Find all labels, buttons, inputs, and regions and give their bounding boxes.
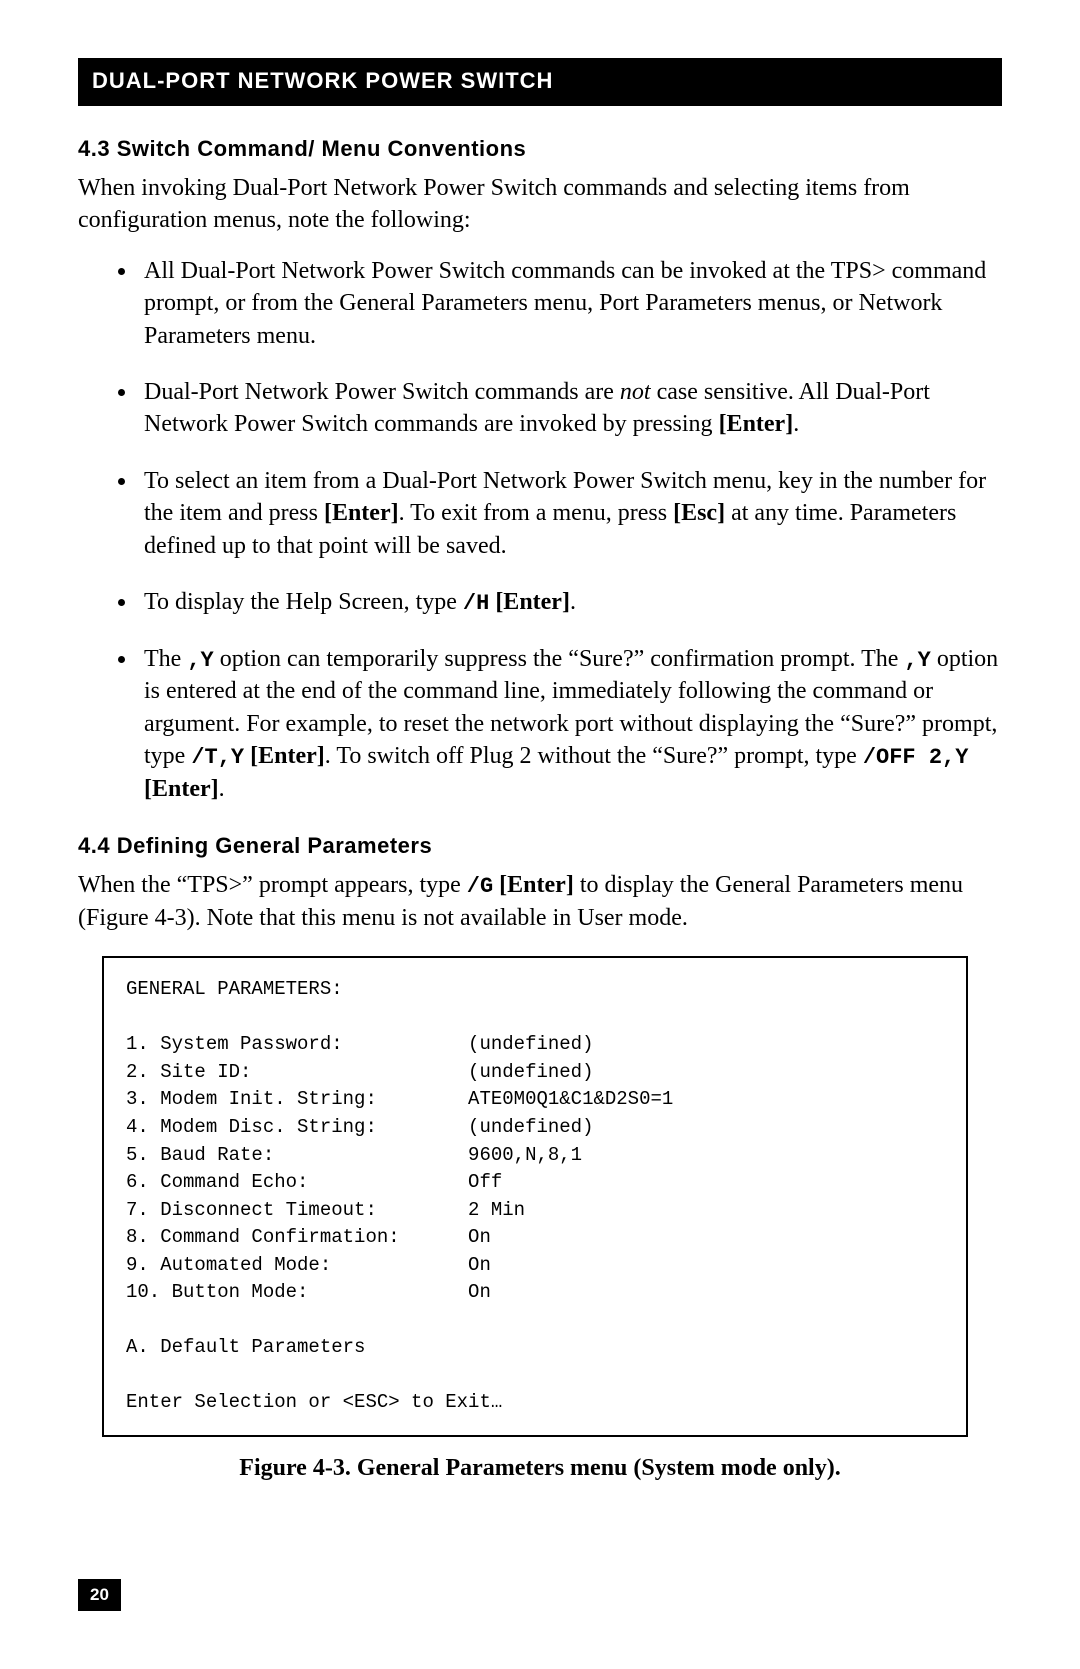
- page: DUAL-PORT NETWORK POWER SWITCH 4.3 Switc…: [0, 0, 1080, 1669]
- bullet-3-esc: [Esc]: [673, 500, 725, 526]
- bullet-5-pre: The: [144, 646, 187, 672]
- bullet-5-enter2: [Enter]: [144, 776, 219, 802]
- bullet-1-text: All Dual-Port Network Power Switch comma…: [144, 258, 986, 349]
- bullet-1: All Dual-Port Network Power Switch comma…: [138, 255, 1002, 352]
- bullet-2-pre: Dual-Port Network Power Switch commands …: [144, 379, 620, 405]
- bullet-3-mid: . To exit from a menu, press: [399, 500, 674, 526]
- bullet-5-a: option can temporarily suppress the “Sur…: [214, 646, 905, 672]
- bullet-4-pre: To display the Help Screen, type: [144, 589, 463, 615]
- section-4-4-intro: When the “TPS>” prompt appears, type /G …: [78, 869, 1002, 934]
- header-bar: DUAL-PORT NETWORK POWER SWITCH: [78, 58, 1002, 106]
- bullet-5-post: .: [219, 776, 225, 802]
- section-4-3-heading: 4.3 Switch Command/ Menu Conventions: [78, 136, 1002, 162]
- intro-cmd: /G: [467, 874, 493, 899]
- bullet-5-y1: ,Y: [187, 648, 213, 673]
- bullet-3: To select an item from a Dual-Port Netwo…: [138, 465, 1002, 562]
- bullet-4-post: .: [570, 589, 576, 615]
- bullet-2: Dual-Port Network Power Switch commands …: [138, 376, 1002, 441]
- figure-4-3-box: GENERAL PARAMETERS: 1. System Password: …: [102, 956, 968, 1437]
- bullet-5-y2: ,Y: [904, 648, 930, 673]
- section-4-4-heading: 4.4 Defining General Parameters: [78, 833, 1002, 859]
- bullet-2-post: .: [793, 411, 799, 437]
- bullet-3-enter: [Enter]: [324, 500, 399, 526]
- bullet-5-enter1: [Enter]: [244, 743, 325, 769]
- bullet-2-not: not: [620, 379, 651, 405]
- figure-4-3-caption: Figure 4-3. General Parameters menu (Sys…: [78, 1455, 1002, 1482]
- section-4-3-intro: When invoking Dual-Port Network Power Sw…: [78, 172, 1002, 237]
- bullet-4-enter: [Enter]: [489, 589, 570, 615]
- page-number-value: 20: [90, 1585, 109, 1604]
- bullet-5-cmd2: /OFF 2,Y: [863, 745, 969, 770]
- section-4-3-bullets: All Dual-Port Network Power Switch comma…: [78, 255, 1002, 805]
- bullet-5: The ,Y option can temporarily suppress t…: [138, 643, 1002, 806]
- bullet-4-cmd: /H: [463, 591, 489, 616]
- bullet-4: To display the Help Screen, type /H [Ent…: [138, 586, 1002, 619]
- intro-enter: [Enter]: [493, 872, 574, 898]
- intro-pre: When the “TPS>” prompt appears, type: [78, 872, 467, 898]
- page-number: 20: [78, 1579, 121, 1611]
- bullet-5-cmd1: /T,Y: [191, 745, 244, 770]
- figure-4-3-text: GENERAL PARAMETERS: 1. System Password: …: [126, 976, 944, 1417]
- bullet-5-c: . To switch off Plug 2 without the “Sure…: [325, 743, 863, 769]
- header-title: DUAL-PORT NETWORK POWER SWITCH: [92, 68, 553, 93]
- bullet-2-enter: [Enter]: [719, 411, 794, 437]
